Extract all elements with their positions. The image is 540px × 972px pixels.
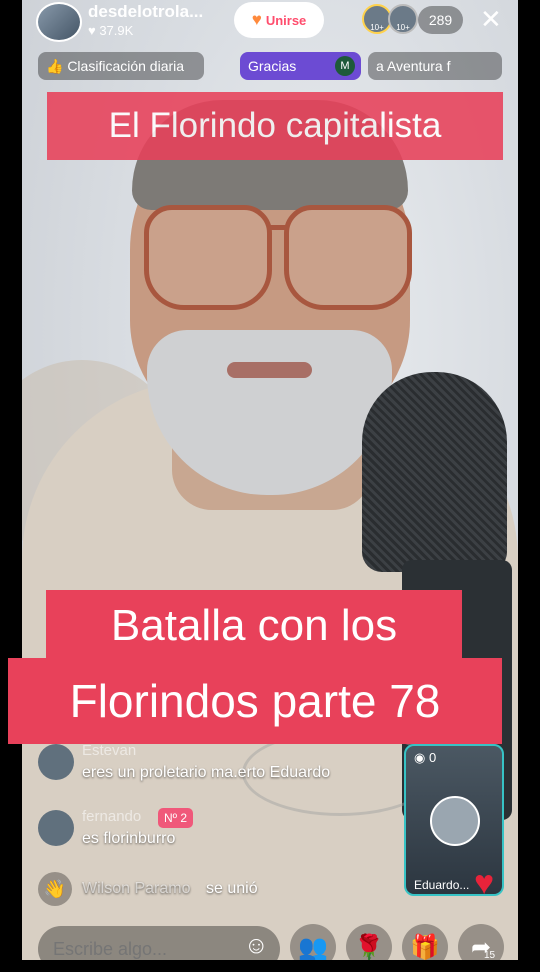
share-icon[interactable]: ➦ bbox=[458, 924, 504, 970]
chat-avatar[interactable] bbox=[38, 810, 74, 846]
microphone-head bbox=[362, 372, 507, 572]
caption-line-1: Batalla con los bbox=[46, 590, 462, 662]
chat-join-username[interactable]: Wilson Paramo bbox=[82, 880, 190, 898]
emoji-icon[interactable]: ☺ bbox=[244, 932, 269, 960]
guest-avatar bbox=[430, 796, 480, 846]
top-viewer-avatar[interactable]: 10+ bbox=[388, 4, 418, 34]
gift-icon[interactable]: 🎁 bbox=[402, 924, 448, 970]
join-button[interactable]: ♥ Unirse bbox=[234, 2, 324, 38]
caption-top: El Florindo capitalista bbox=[47, 92, 503, 160]
mouth-shape bbox=[227, 362, 312, 378]
join-label: Unirse bbox=[265, 12, 307, 28]
chat-message: eres un proletario ma.erto Eduardo bbox=[82, 764, 331, 781]
share-count: 15 bbox=[484, 950, 496, 961]
viewer-badge: 10+ bbox=[370, 23, 384, 32]
adventure-pill[interactable]: a Aventura f bbox=[368, 52, 502, 80]
close-icon[interactable]: ✕ bbox=[480, 4, 502, 34]
guests-icon[interactable]: 👥 bbox=[290, 924, 336, 970]
chat-join-message: se unió bbox=[206, 880, 258, 897]
heart-icon[interactable]: ♥ bbox=[474, 866, 494, 900]
rose-icon[interactable]: 🌹 bbox=[346, 924, 392, 970]
viewer-badge: 10+ bbox=[396, 23, 410, 32]
thanks-label: Gracias bbox=[248, 58, 297, 74]
glasses-bridge bbox=[267, 225, 287, 230]
chat-avatar[interactable] bbox=[38, 744, 74, 780]
chat-username[interactable]: fernando bbox=[82, 808, 141, 825]
host-avatar[interactable] bbox=[36, 2, 82, 42]
wave-icon: 👋 bbox=[38, 872, 72, 906]
caption-line-2: Florindos parte 78 bbox=[8, 658, 502, 744]
glasses-left bbox=[144, 205, 272, 310]
guest-score: ◉ 0 bbox=[414, 750, 437, 765]
chat-username[interactable]: Estevan bbox=[82, 742, 136, 759]
glasses-right bbox=[284, 205, 412, 310]
chat-message: es florinburro bbox=[82, 830, 176, 847]
host-username[interactable]: desdelotrola... bbox=[88, 2, 203, 22]
heart-plus-icon: ♥ bbox=[251, 10, 262, 29]
daily-ranking-pill[interactable]: 👍 Clasificación diaria bbox=[38, 52, 204, 80]
thanks-pill[interactable]: Gracias M bbox=[240, 52, 361, 80]
like-count: ♥ 37.9K bbox=[88, 23, 134, 38]
top-bar: desdelotrola... ♥ 37.9K ♥ Unirse 10+ 10+… bbox=[36, 0, 506, 44]
rank-badge: Nº 2 bbox=[158, 808, 194, 828]
guest-name: Eduardo... bbox=[414, 878, 470, 892]
thanks-badge: M bbox=[335, 56, 355, 76]
viewer-count[interactable]: 289 bbox=[418, 6, 463, 34]
